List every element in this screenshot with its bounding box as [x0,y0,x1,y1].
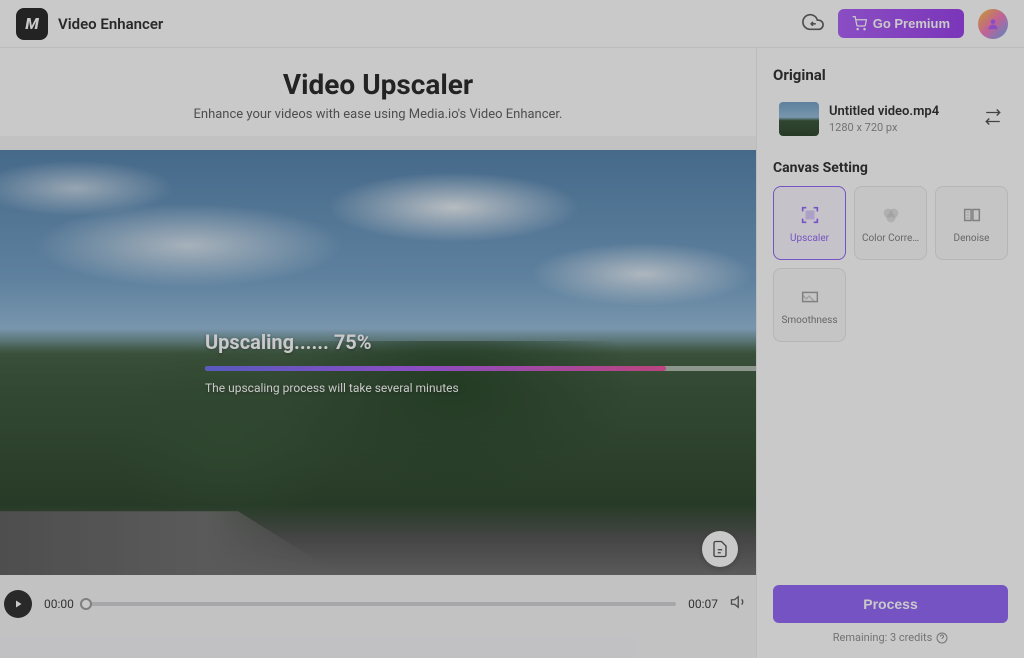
tool-upscaler[interactable]: Upscaler [773,186,846,260]
timeline-thumb[interactable] [80,598,92,610]
video-preview: Upscaling...... 75% The upscaling proces… [0,150,756,575]
app-logo[interactable]: M [16,8,48,40]
user-avatar[interactable] [978,9,1008,39]
process-section: Process Remaining: 3 credits [773,585,1008,644]
cart-icon [852,16,867,31]
tool-color-label: Color Corre… [860,233,921,244]
smoothness-icon [798,285,822,309]
play-button[interactable] [4,590,32,618]
tool-grid: Upscaler Color Corre… Denoise Smoothness [773,186,1008,342]
original-file-card: Untitled video.mp4 1280 x 720 px [773,96,1008,142]
credits-label: Remaining: 3 credits [833,631,933,644]
note-icon [711,540,729,558]
file-dimensions: 1280 x 720 px [829,121,974,134]
swap-file-button[interactable] [984,108,1002,130]
progress-label: Upscaling...... 75% [205,330,551,354]
tool-denoise[interactable]: Denoise [935,186,1008,260]
volume-icon [730,593,748,611]
main-area: Video Upscaler Enhance your videos with … [0,48,756,658]
title-section: Video Upscaler Enhance your videos with … [0,48,756,136]
header-right: Go Premium [802,9,1008,39]
page-subtitle: Enhance your videos with ease using Medi… [0,107,756,122]
swap-icon [984,108,1002,126]
duration-time: 00:07 [688,597,718,611]
denoise-icon [960,203,984,227]
notes-button[interactable] [702,531,738,567]
process-button[interactable]: Process [773,585,1008,623]
app-header: M Video Enhancer Go Premium [0,0,1024,48]
info-icon[interactable] [936,632,948,644]
progress-overlay: Upscaling...... 75% The upscaling proces… [0,150,756,575]
play-icon [12,598,24,610]
progress-bar [205,366,756,371]
original-heading: Original [773,66,1008,84]
user-icon [986,17,1000,31]
tool-smoothness-label: Smoothness [779,315,839,326]
file-info: Untitled video.mp4 1280 x 720 px [829,104,974,134]
color-correction-icon [879,203,903,227]
credits-remaining: Remaining: 3 credits [773,631,1008,644]
go-premium-button[interactable]: Go Premium [838,9,964,38]
premium-label: Go Premium [873,16,950,31]
volume-button[interactable] [730,593,748,615]
timeline-scrubber[interactable] [86,602,676,606]
app-layout: Video Upscaler Enhance your videos with … [0,48,1024,658]
file-name: Untitled video.mp4 [829,104,974,119]
canvas-setting-heading: Canvas Setting [773,160,1008,176]
cloud-sync-icon[interactable] [802,11,824,37]
header-left: M Video Enhancer [16,8,163,40]
progress-note: The upscaling process will take several … [205,381,551,395]
tool-upscaler-label: Upscaler [788,233,831,244]
video-thumbnail [779,102,819,136]
current-time: 00:00 [44,597,74,611]
tool-color-correction[interactable]: Color Corre… [854,186,927,260]
progress-bar-fill [205,366,666,371]
tool-smoothness[interactable]: Smoothness [773,268,846,342]
page-title: Video Upscaler [0,68,756,101]
app-title: Video Enhancer [58,15,163,33]
settings-sidebar: Original Untitled video.mp4 1280 x 720 p… [756,48,1024,658]
player-bar: 00:00 00:07 [0,575,756,633]
upscaler-icon [798,203,822,227]
tool-denoise-label: Denoise [952,233,992,244]
